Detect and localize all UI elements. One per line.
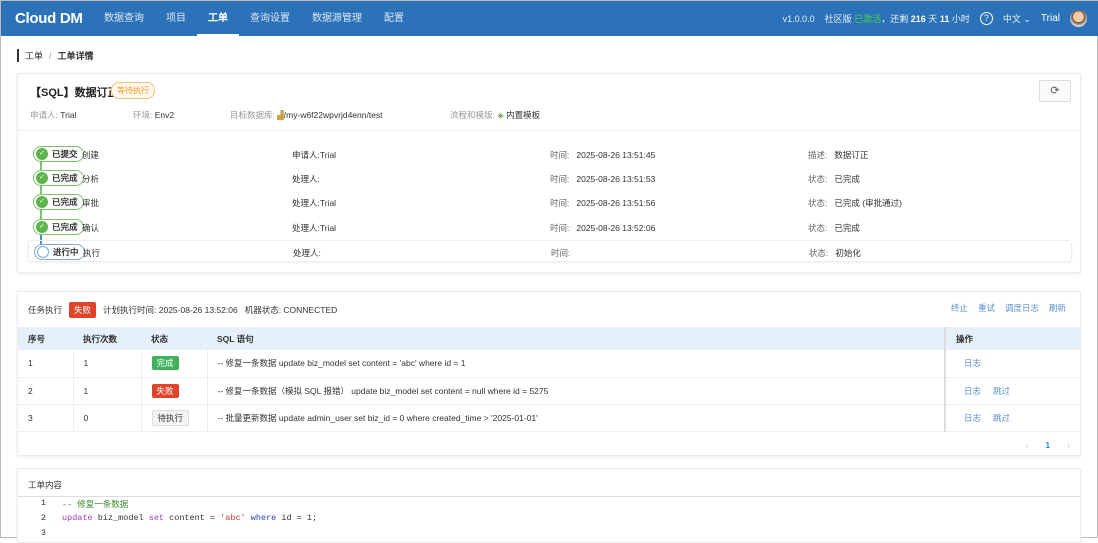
- timeline-step: ✓ 已完成 确认 处理人:Trial 时间: 2025-08-26 13:52:06 …: [28, 216, 1072, 238]
- pending-circle-icon: [37, 246, 49, 258]
- environment: Env2: [154, 110, 175, 120]
- status-badge: 等待执行: [111, 82, 155, 99]
- log-link[interactable]: 日志: [964, 413, 981, 423]
- menu-item-data-query[interactable]: 数据查询: [93, 1, 155, 36]
- column-header: SQL 语句: [207, 327, 945, 350]
- menu-item-datasource[interactable]: 数据源管理: [301, 1, 373, 36]
- log-link[interactable]: 日志: [964, 386, 981, 396]
- breadcrumb: 工单 / 工单详情: [17, 49, 94, 62]
- content-title: 工单内容: [28, 480, 63, 490]
- menu-item-query-settings[interactable]: 查询设置: [239, 1, 301, 36]
- retry-button[interactable]: 重试: [978, 302, 995, 314]
- table-row: 11 完成 -- 修复一条数据 update biz_model set con…: [18, 350, 1081, 378]
- menu-item-config[interactable]: 配置: [373, 1, 415, 36]
- ticket-content-card: 工单内容 1 -- 修复一条数据 2 update biz_model set co…: [17, 468, 1081, 543]
- task-label: 任务执行: [28, 305, 63, 315]
- status-badge: 失败: [151, 383, 179, 398]
- applicant: Trial: [60, 110, 77, 120]
- skip-link[interactable]: 跳过: [993, 386, 1010, 396]
- task-status-badge: 失败: [69, 302, 97, 318]
- timeline-step: ✓ 已完成 分析 处理人: 时间: 2025-08-26 13:51:53 状态: 已完…: [28, 167, 1072, 189]
- breadcrumb-current: 工单详情: [57, 51, 94, 61]
- top-nav: Cloud DM 数据查询 项目 工单 查询设置 数据源管理 配置 v1.0.0…: [1, 1, 1098, 36]
- check-icon: ✓: [36, 148, 48, 160]
- page-1[interactable]: 1: [1045, 440, 1050, 450]
- ticket-card: 【SQL】数据订正 等待执行 ⟳ 申请人: Trial 环境: Env2 目标数…: [17, 73, 1081, 273]
- template-icon: ◈: [497, 110, 504, 120]
- plan-time: 计划执行时间: 2025-08-26 13:52:06: [103, 305, 238, 315]
- table-row: 30 待执行 -- 批量更新数据 update admin_user set b…: [18, 404, 1081, 432]
- table-row: 21 失败 -- 修复一条数据（模拟 SQL 报错） update biz_mo…: [18, 377, 1081, 405]
- log-link[interactable]: 日志: [964, 358, 981, 368]
- column-header: 操作: [944, 327, 1081, 350]
- logo[interactable]: Cloud DM: [15, 10, 83, 27]
- help-icon[interactable]: ?: [979, 12, 993, 25]
- check-icon: ✓: [36, 196, 48, 208]
- avatar[interactable]: [1070, 10, 1087, 27]
- stop-button[interactable]: 终止: [951, 302, 968, 314]
- user-name[interactable]: Trial: [1041, 13, 1060, 24]
- machine-status: 机器状态: CONNECTED: [244, 305, 338, 315]
- timeline-step: ✓ 已提交 创建 申请人:Trial 时间: 2025-08-26 13:51:45 …: [28, 143, 1072, 165]
- menu-item-project[interactable]: 项目: [155, 1, 197, 36]
- column-header: 序号: [18, 327, 73, 350]
- language-select[interactable]: 中文 ⌄: [1003, 12, 1031, 25]
- ticket-title: 【SQL】数据订正: [30, 87, 119, 99]
- timeline-step-current: 进行中 执行 处理人: 时间: 状态: 初始化: [28, 240, 1072, 262]
- refresh-button[interactable]: ⟳: [1039, 80, 1071, 102]
- menu-item-ticket[interactable]: 工单: [197, 1, 239, 36]
- column-header: 状态: [141, 327, 207, 350]
- schedule-log-button[interactable]: 调度日志: [1005, 302, 1039, 314]
- status-badge: 完成: [151, 356, 179, 371]
- timeline-step: ✓ 已完成 审批 处理人:Trial 时间: 2025-08-26 13:51:56 …: [28, 191, 1072, 213]
- version: v1.0.0.0: [782, 13, 815, 24]
- task-table: 序号 执行次数 状态 SQL 语句 操作 11 完成 -- 修复一条数据 upd…: [18, 327, 1081, 432]
- breadcrumb-root[interactable]: 工单: [25, 51, 43, 61]
- prev-page-button[interactable]: ‹: [1026, 440, 1029, 450]
- refresh-button[interactable]: 刷新: [1049, 302, 1066, 314]
- skip-link[interactable]: 跳过: [993, 413, 1010, 423]
- status-badge: 待执行: [151, 409, 190, 426]
- license-info: 社区版 已激活，还剩 216 天 11 小时: [824, 14, 970, 24]
- flow-template[interactable]: 内置模板: [506, 110, 540, 120]
- main-menu: 数据查询 项目 工单 查询设置 数据源管理 配置: [93, 1, 415, 36]
- check-icon: ✓: [36, 172, 48, 184]
- column-header: 执行次数: [73, 327, 141, 350]
- target-db: /my-w6f22wpvrjd4enn/test: [283, 110, 383, 120]
- pagination: ‹ 1 ›: [1026, 440, 1070, 450]
- task-execution-card: 任务执行 失败 计划执行时间: 2025-08-26 13:52:06 机器状态…: [17, 291, 1081, 456]
- next-page-button[interactable]: ›: [1067, 440, 1070, 450]
- check-icon: ✓: [36, 221, 48, 233]
